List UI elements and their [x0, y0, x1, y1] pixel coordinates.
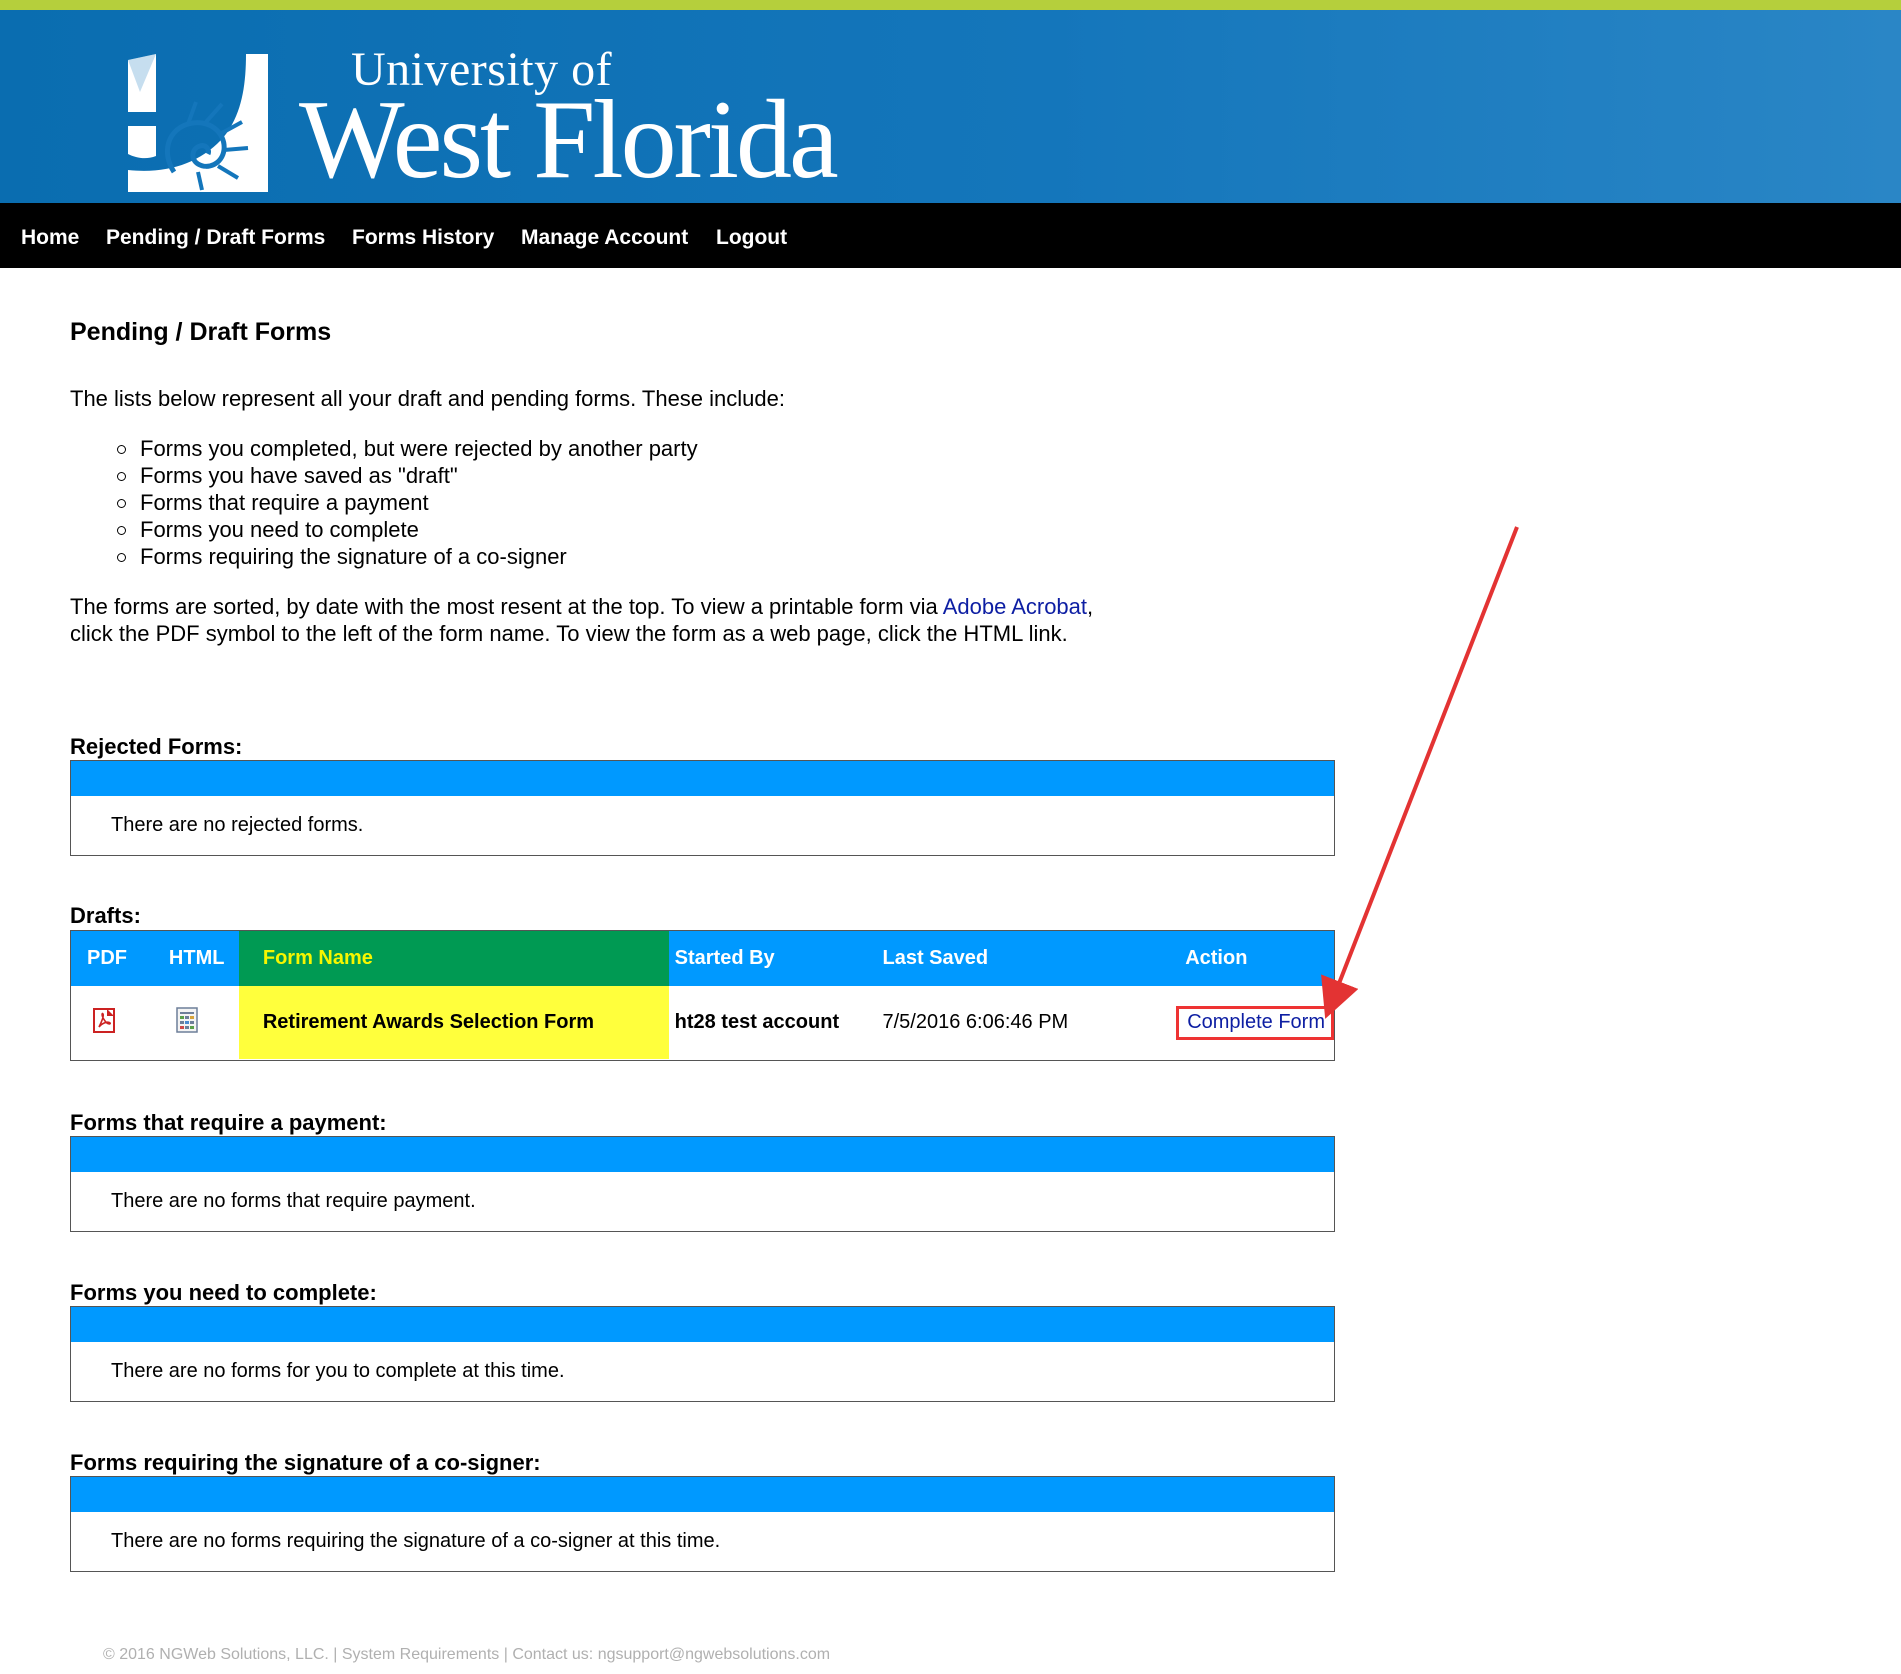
table-row: Retirement Awards Selection Form ht28 te… [71, 986, 1334, 1059]
col-started-by: Started By [668, 931, 877, 986]
payment-empty-message: There are no forms that require payment. [111, 1190, 476, 1212]
logo-line-west-florida: West Florida [299, 78, 839, 202]
col-action: Action [1176, 931, 1334, 986]
page-title: Pending / Draft Forms [70, 318, 332, 346]
form-types-list: Forms you completed, but were rejected b… [115, 435, 698, 570]
table-header-row: PDF HTML Form Name Started By Last Saved… [71, 931, 1334, 986]
list-item: Forms you have saved as "draft" [115, 462, 698, 489]
complete-empty-message: There are no forms for you to complete a… [111, 1360, 565, 1382]
action-cell: Complete Form [1176, 986, 1334, 1059]
payment-forms-title: Forms that require a payment: [70, 1110, 387, 1135]
sort-info-part: The forms are sorted, by date with the m… [70, 594, 943, 619]
col-pdf: PDF [71, 931, 153, 986]
nav-manage-account[interactable]: Manage Account [521, 203, 688, 272]
list-item: Forms requiring the signature of a co-si… [115, 543, 698, 570]
table-header-bar [71, 1137, 1334, 1172]
drafts-title: Drafts: [70, 903, 141, 928]
table-header-bar [71, 761, 1334, 796]
intro-text: The lists below represent all your draft… [70, 386, 785, 411]
payment-forms-box: There are no forms that require payment. [70, 1136, 1335, 1232]
rejected-forms-box: There are no rejected forms. [70, 760, 1335, 856]
html-cell [153, 986, 239, 1059]
rejected-empty-message: There are no rejected forms. [111, 814, 364, 836]
started-by-cell: ht28 test account [674, 1011, 840, 1033]
complete-form-highlight: Complete Form [1176, 1005, 1334, 1040]
adobe-acrobat-link[interactable]: Adobe Acrobat [943, 594, 1087, 619]
table-header-bar [71, 1477, 1334, 1512]
html-doc-icon[interactable] [175, 1006, 199, 1040]
cosigner-empty-message: There are no forms requiring the signatu… [111, 1530, 721, 1552]
nav-forms-history[interactable]: Forms History [352, 203, 494, 272]
nav-logout[interactable]: Logout [716, 203, 787, 272]
last-saved-cell: 7/5/2016 6:06:46 PM [882, 1011, 1069, 1033]
drafts-box: PDF HTML Form Name Started By Last Saved… [70, 930, 1335, 1061]
rejected-forms-title: Rejected Forms: [70, 734, 243, 759]
pdf-icon[interactable] [91, 1006, 119, 1040]
cosigner-forms-box: There are no forms requiring the signatu… [70, 1476, 1335, 1572]
complete-forms-box: There are no forms for you to complete a… [70, 1306, 1335, 1402]
drafts-table: PDF HTML Form Name Started By Last Saved… [71, 931, 1334, 1059]
complete-form-link[interactable]: Complete Form [1187, 1011, 1325, 1033]
col-last-saved: Last Saved [876, 931, 1177, 986]
nautilus-shell-icon [128, 54, 268, 192]
pdf-cell [71, 986, 153, 1059]
site-header: University of West Florida [0, 10, 1901, 203]
footer-text: © 2016 NGWeb Solutions, LLC. | System Re… [103, 1646, 831, 1663]
uwf-logo[interactable]: University of West Florida [123, 40, 843, 196]
accent-top-bar [0, 0, 1901, 10]
col-form-name: Form Name [238, 931, 669, 986]
list-item: Forms you completed, but were rejected b… [115, 435, 698, 462]
list-item: Forms you need to complete [115, 516, 698, 543]
table-header-bar [71, 1307, 1334, 1342]
form-name-cell: Retirement Awards Selection Form [238, 986, 669, 1059]
sort-info-text: The forms are sorted, by date with the m… [70, 593, 1130, 647]
main-nav: Home Pending / Draft Forms Forms History… [0, 203, 1901, 268]
nav-home[interactable]: Home [21, 203, 79, 272]
col-html: HTML [152, 931, 239, 986]
cosigner-forms-title: Forms requiring the signature of a co-si… [70, 1450, 541, 1475]
nav-pending-draft-forms[interactable]: Pending / Draft Forms [106, 203, 325, 272]
complete-forms-title: Forms you need to complete: [70, 1280, 377, 1305]
list-item: Forms that require a payment [115, 489, 698, 516]
